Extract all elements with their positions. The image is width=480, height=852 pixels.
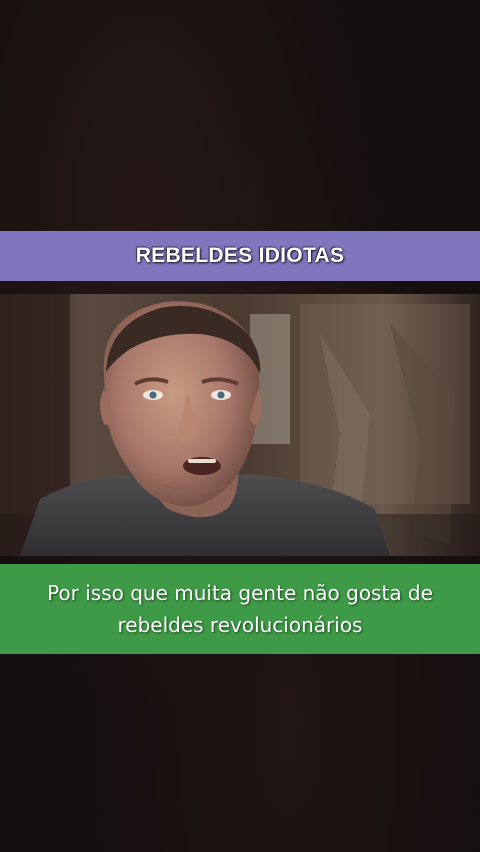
video-still[interactable] (0, 294, 480, 556)
man-speaking-image (0, 294, 480, 556)
post-title: REBELDES IDIOTAS (135, 244, 345, 267)
caption-text: Por isso que muita gente não gosta de re… (47, 581, 433, 637)
caption-banner: Por isso que muita gente não gosta de re… (0, 564, 480, 654)
video-post: REBELDES IDIOTAS Por isso que muita gent… (0, 0, 480, 852)
title-banner: REBELDES IDIOTAS (0, 231, 480, 281)
